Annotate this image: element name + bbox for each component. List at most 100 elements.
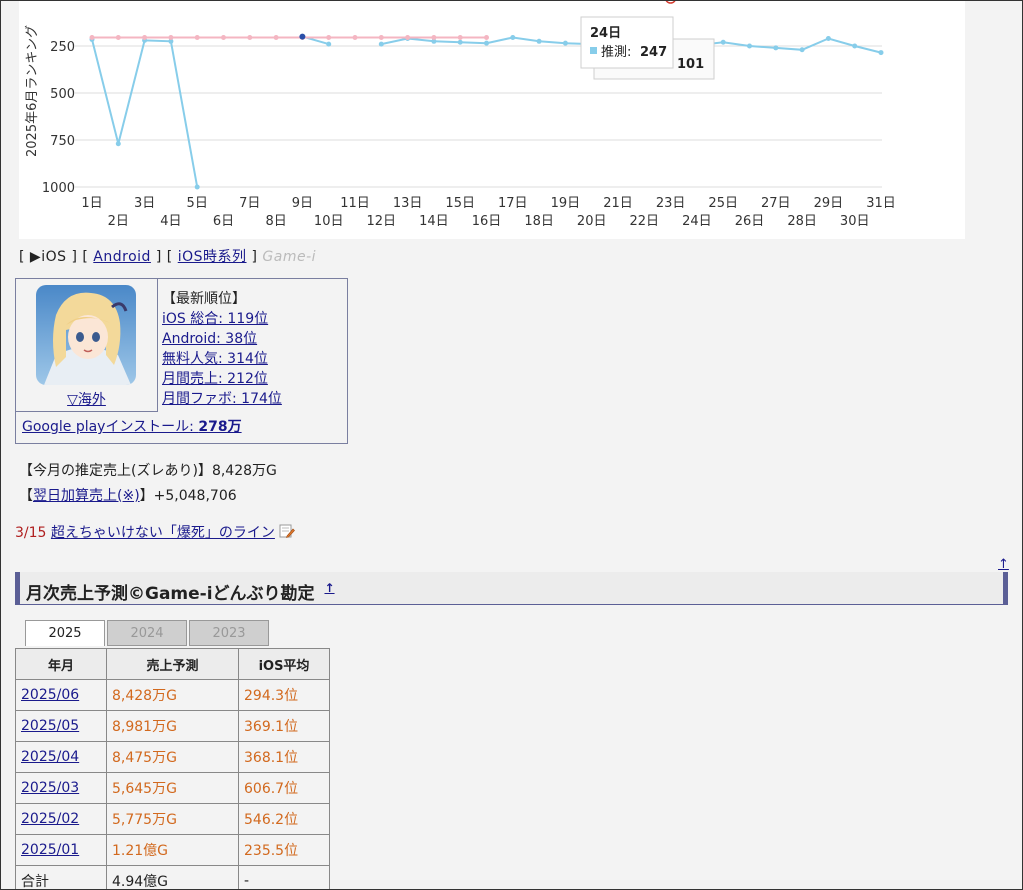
month-link[interactable]: 2025/03 (21, 780, 79, 796)
tab-year-2025[interactable]: 2025 (25, 620, 105, 646)
android-series-point[interactable] (247, 35, 253, 41)
monthly-sales-table: 年月 売上予測 iOS平均 2025/06 8,428万G 294.3位 202… (15, 648, 330, 889)
y-tick-label: 500 (50, 87, 75, 102)
table-row: 2025/03 5,645万G 606.7位 (15, 772, 330, 804)
month-cell: 2025/05 (15, 710, 107, 742)
android-series-point[interactable] (273, 35, 279, 41)
tab-year-2023[interactable]: 2023 (189, 620, 269, 646)
ios-series-point[interactable] (562, 40, 568, 46)
x-tick-label: 16日 (472, 214, 502, 229)
notice-line: 3/15 超えちゃいけない「爆死」のライン (15, 522, 296, 542)
x-tick-label: 11日 (340, 196, 370, 211)
ios-avg-cell: 294.3位 (238, 679, 330, 711)
month-link[interactable]: 2025/02 (21, 811, 79, 827)
ios-series-point[interactable] (115, 141, 121, 147)
nav-bracket-open: [ (166, 249, 173, 265)
tab-year-2024[interactable]: 2024 (107, 620, 187, 646)
ios-series-point[interactable] (326, 41, 332, 47)
total-ios-cell: - (238, 865, 330, 889)
month-link[interactable]: 2025/05 (21, 718, 79, 734)
total-label-cell: 合計 (15, 865, 107, 889)
notice-link[interactable]: 超えちゃいけない「爆死」のライン (51, 525, 275, 541)
rank-free-popular-link[interactable]: 無料人気: 314位 (162, 351, 268, 367)
col-header-month: 年月 (15, 648, 107, 680)
ranking-chart[interactable]: 2025年6月ランキング 250 500 750 1000 1日 2日 3日 4日 5日 6日 7… (19, 1, 965, 239)
col-header-ios-avg: iOS平均 (238, 648, 330, 680)
app-icon[interactable] (36, 285, 136, 385)
nav-ios-timeseries-link[interactable]: iOS時系列 (178, 249, 247, 265)
android-series-point[interactable] (115, 35, 121, 41)
app-info-box: ▽海外 【最新順位】 iOS 総合: 119位 Android: 38位 無料人… (15, 278, 348, 444)
nav-brand: Game-i (262, 249, 317, 265)
sales-cell: 5,645万G (106, 772, 239, 804)
region-overseas-link[interactable]: ▽海外 (16, 389, 157, 409)
android-series-point[interactable] (457, 35, 463, 41)
android-series-point[interactable] (168, 35, 174, 41)
nav-android-link[interactable]: Android (93, 249, 151, 265)
x-tick-label: 25日 (708, 196, 738, 211)
ios-series-point[interactable] (194, 184, 200, 190)
rank-monthly-sales-link[interactable]: 月間売上: 212位 (162, 371, 268, 387)
x-tick-label: 9日 (292, 196, 313, 211)
android-series-point[interactable] (378, 35, 384, 41)
chart-tooltip: 101 24日 推測: 247 (580, 16, 715, 80)
ios-avg-cell: 368.1位 (238, 741, 330, 773)
tooltip-title: 24日 (590, 26, 621, 41)
x-tick-label: 8日 (265, 214, 286, 229)
ios-series-point[interactable] (799, 47, 805, 53)
x-tick-label: 13日 (393, 196, 423, 211)
rank-android-link[interactable]: Android: 38位 (162, 331, 257, 347)
x-tick-label: 29日 (814, 196, 844, 211)
highlight-marker (665, 1, 676, 4)
android-series-point[interactable] (352, 35, 358, 41)
tooltip-value: 247 (640, 45, 667, 60)
android-series-point[interactable] (326, 35, 332, 41)
ios-series-point[interactable] (510, 35, 516, 41)
android-series-point[interactable] (89, 35, 95, 41)
nav-ios-current: ▶iOS (29, 249, 67, 265)
section-header: 月次売上予測©Game-iどんぶり勘定 ↑ (15, 572, 1008, 605)
section-title-link[interactable]: ↑ (324, 581, 334, 595)
x-tick-label: 4日 (160, 214, 181, 229)
month-link[interactable]: 2025/01 (21, 842, 79, 858)
ios-series-point[interactable] (773, 45, 779, 51)
ios-series-point[interactable] (720, 39, 726, 45)
next-day-sales-link[interactable]: 翌日加算売上(※) (33, 488, 140, 504)
android-series-point[interactable] (405, 35, 411, 41)
ios-avg-cell: 369.1位 (238, 710, 330, 742)
ios-series-point[interactable] (878, 50, 884, 56)
rank-ios-overall-link[interactable]: iOS 総合: 119位 (162, 311, 268, 327)
rank-monthly-fav-link[interactable]: 月間ファボ: 174位 (162, 391, 282, 407)
month-cell: 2025/03 (15, 772, 107, 804)
ios-series-point[interactable] (457, 39, 463, 45)
android-series-point[interactable] (431, 35, 437, 41)
google-play-install-link[interactable]: Google playインストール: 278万 (22, 419, 242, 435)
latest-ranks-title: 【最新順位】 (162, 291, 246, 307)
x-tick-label: 26日 (735, 214, 765, 229)
table-row: 2025/06 8,428万G 294.3位 (15, 679, 330, 711)
x-tick-label: 21日 (603, 196, 633, 211)
month-cell: 2025/02 (15, 803, 107, 835)
month-link[interactable]: 2025/06 (21, 687, 79, 703)
back-to-top-link[interactable]: ↑ (998, 557, 1009, 572)
x-tick-label: 2日 (108, 214, 129, 229)
page-frame: 2025年6月ランキング 250 500 750 1000 1日 2日 3日 4日 5日 6日 7… (0, 0, 1023, 890)
x-tick-label: 6日 (213, 214, 234, 229)
ranking-chart-svg[interactable]: 2025年6月ランキング 250 500 750 1000 1日 2日 3日 4日 5日 6日 7… (19, 1, 965, 239)
hovered-point[interactable] (299, 33, 306, 40)
ios-series-point[interactable] (378, 41, 384, 47)
ios-series-point[interactable] (852, 43, 858, 49)
next-day-sales-value: +5,048,706 (153, 488, 237, 504)
android-series-point[interactable] (221, 35, 226, 41)
ios-series-point[interactable] (484, 40, 489, 46)
android-series-point[interactable] (194, 35, 200, 41)
android-series-point[interactable] (142, 35, 148, 41)
month-link[interactable]: 2025/04 (21, 749, 79, 765)
ios-series-point[interactable] (825, 35, 831, 41)
ios-series-point[interactable] (747, 43, 752, 49)
x-tick-label: 1日 (81, 196, 102, 211)
nav-bracket-close: ] (71, 249, 78, 265)
android-series-point[interactable] (484, 35, 489, 41)
y-tick-label: 750 (50, 134, 75, 149)
ios-series-point[interactable] (536, 38, 542, 44)
